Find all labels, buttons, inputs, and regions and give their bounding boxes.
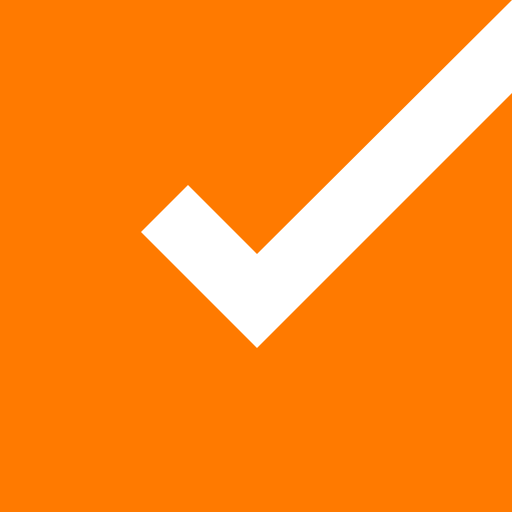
checkmark-icon — [141, 0, 512, 348]
checkmark-shape — [141, 0, 512, 348]
app-canvas — [0, 0, 512, 512]
